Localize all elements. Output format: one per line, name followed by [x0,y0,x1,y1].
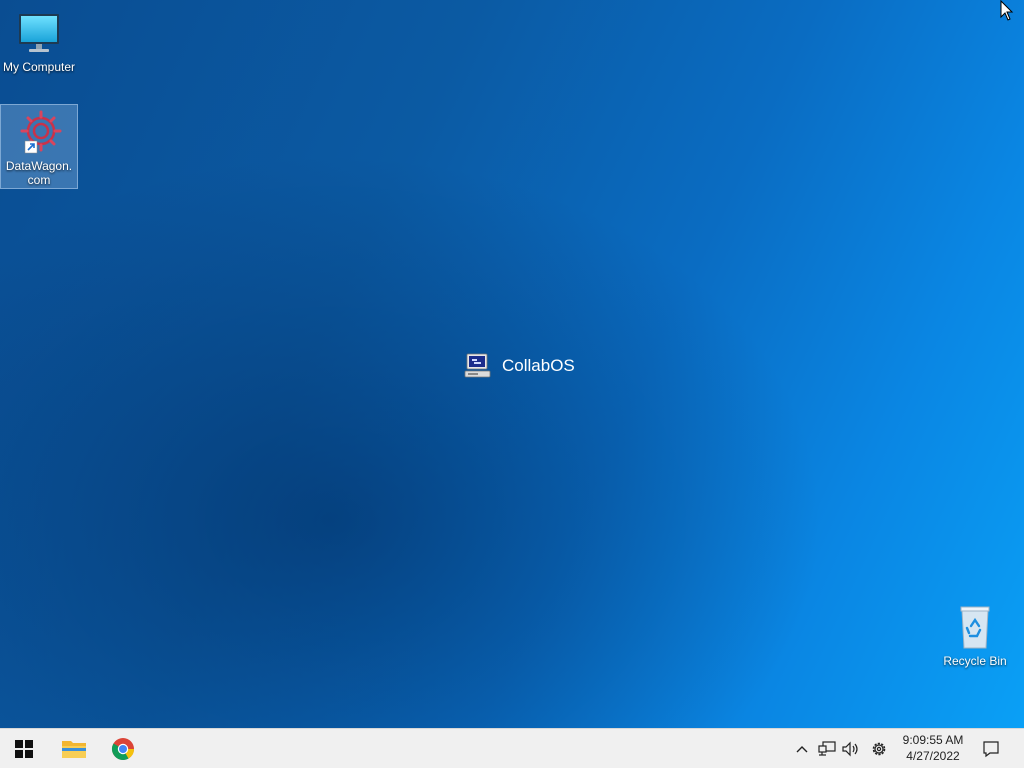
computer-icon [464,352,492,380]
desktop-icon-recycle-bin[interactable]: Recycle Bin [936,600,1014,670]
desktop-icon-my-computer[interactable]: My Computer [0,6,78,76]
datawagon-logo-icon [15,109,63,157]
file-explorer-button[interactable] [50,729,98,769]
clock-date: 4/27/2022 [906,749,960,763]
file-explorer-icon [62,741,86,758]
desktop-icon-label: Recycle Bin [943,654,1007,668]
clock-time: 9:09:55 AM [902,733,964,747]
settings-icon[interactable] [868,738,890,760]
recycle-bin-icon [951,604,999,652]
monitor-icon [15,10,63,58]
notification-icon[interactable] [980,738,1002,760]
desktop-icon-label: DataWagon.com [5,159,73,187]
collabos-logo: CollabOS [464,351,575,381]
start-icon [15,740,33,758]
desktop-background: My Computer DataWagon.com Recycle Bin Co… [0,0,1024,728]
chrome-button[interactable] [99,729,147,769]
mouse-cursor-icon [1000,0,1014,27]
desktop-icon-label: My Computer [2,60,76,74]
desktop-icon-datawagon[interactable]: DataWagon.com [0,104,78,189]
chrome-icon [112,738,134,760]
taskbar-clock[interactable]: 9:09:55 AM 4/27/2022 [898,732,968,764]
start-button[interactable] [0,729,48,769]
volume-icon[interactable] [840,738,862,760]
collabos-label: CollabOS [502,356,575,375]
taskbar: 9:09:55 AM 4/27/2022 [0,728,1024,768]
network-icon[interactable] [816,738,838,760]
chevron-up-icon[interactable] [791,738,813,760]
